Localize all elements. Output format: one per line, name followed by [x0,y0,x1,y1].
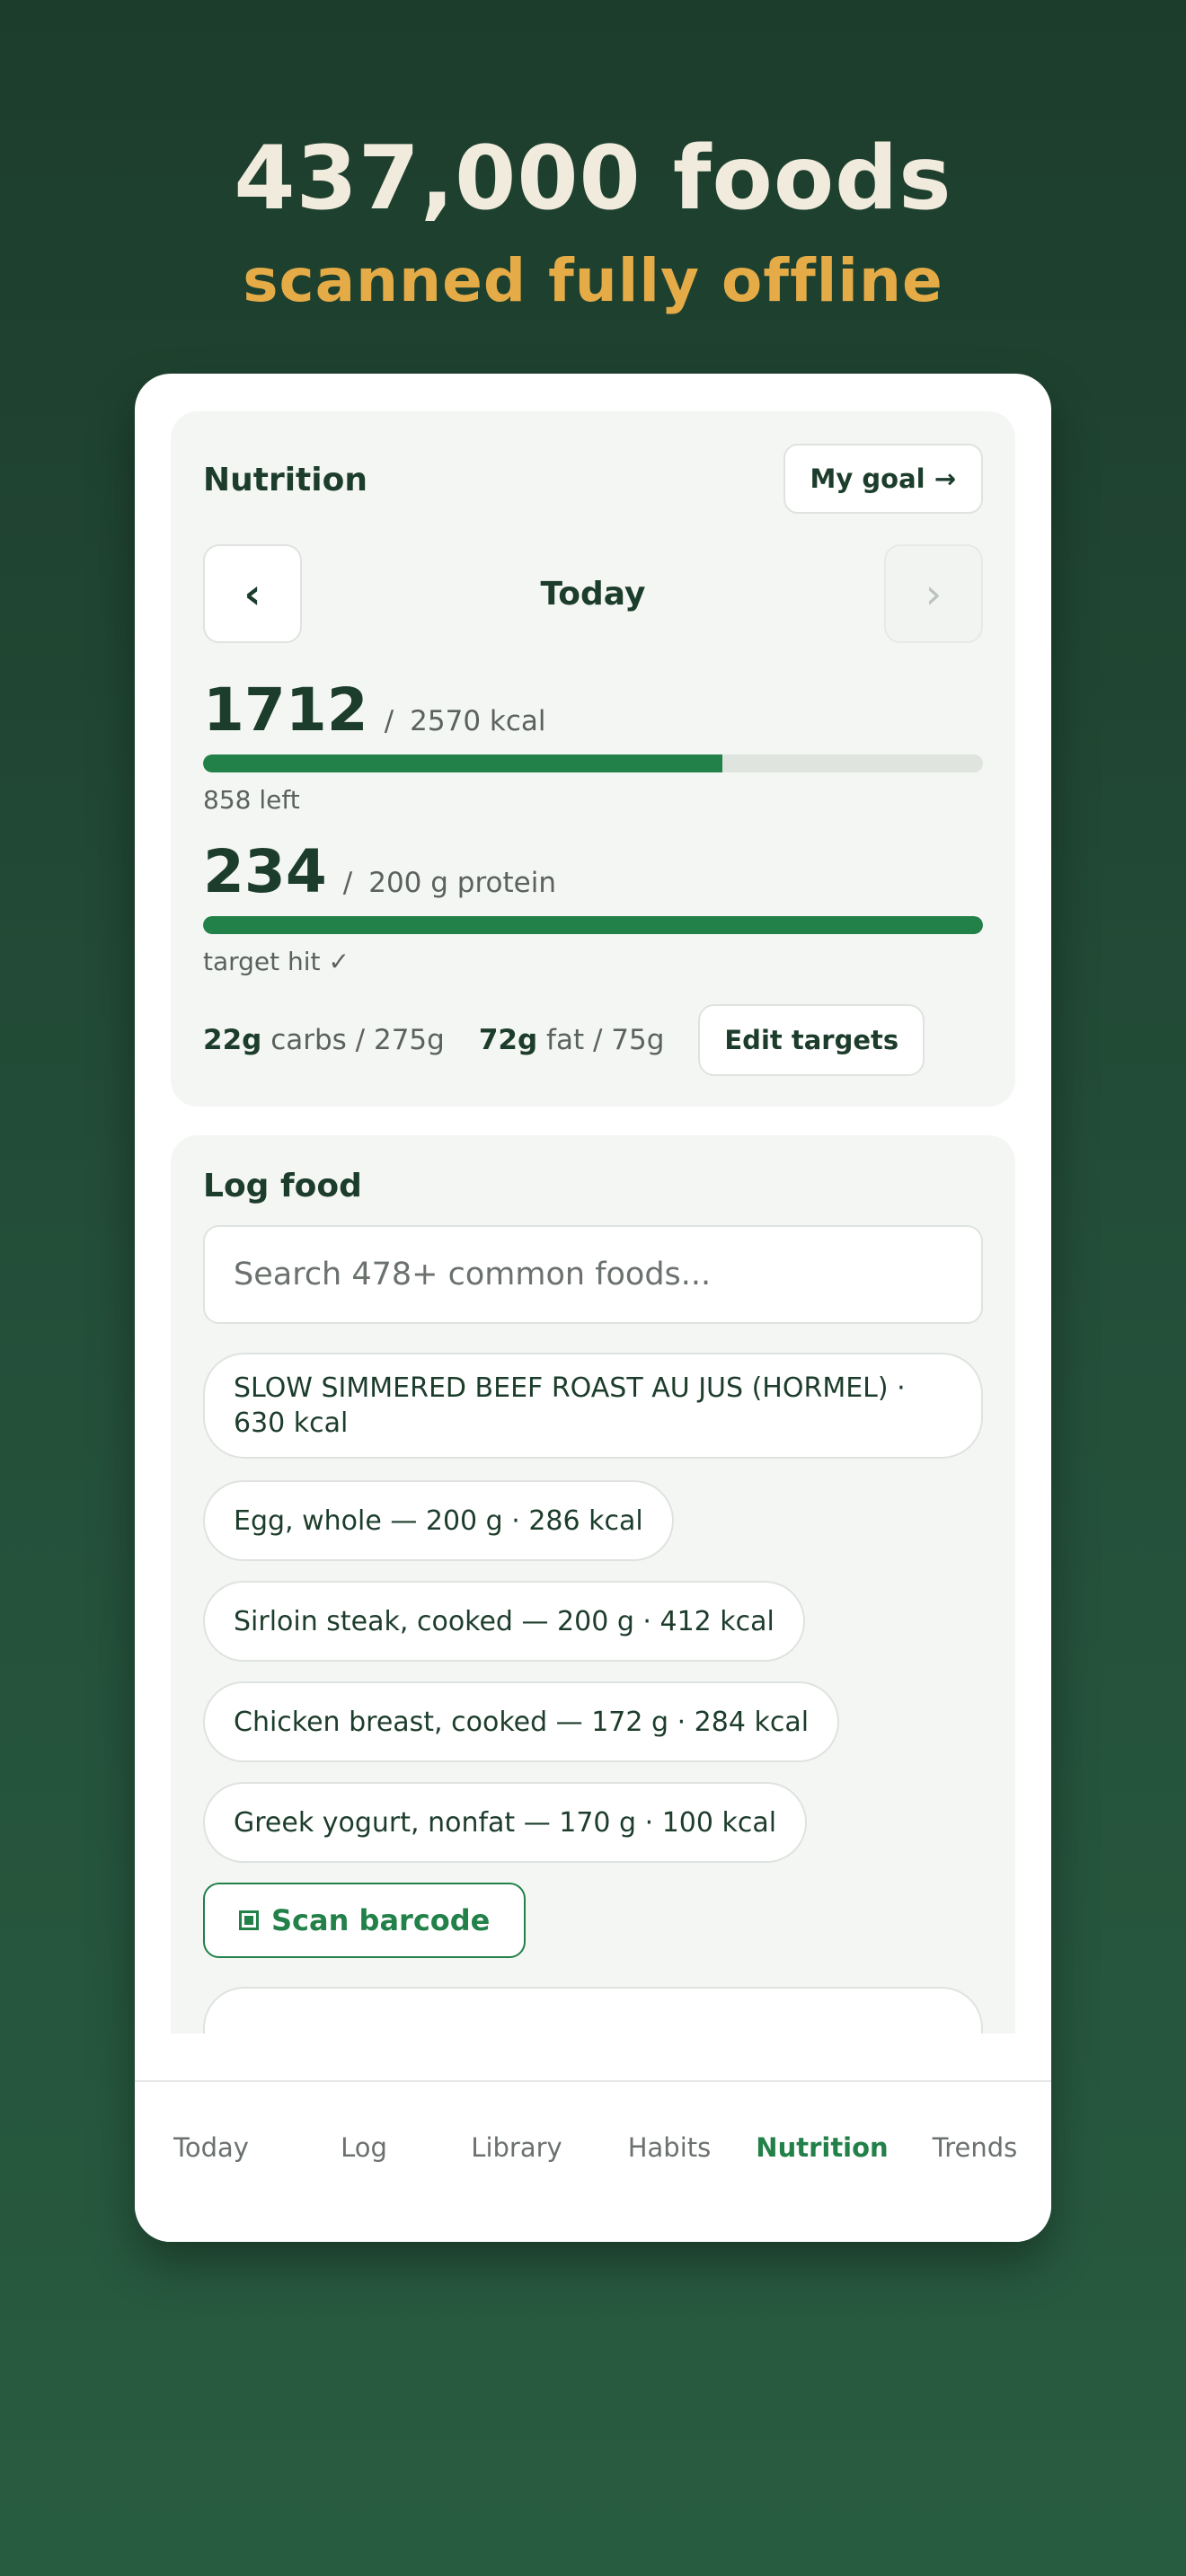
fat-value: 72g [478,1024,538,1056]
carbs-target: carbs / 275g [270,1024,445,1056]
chevron-right-icon: › [925,569,943,618]
log-food-card: Log food SLOW SIMMERED BEEF ROAST AU JUS… [171,1135,1015,2033]
food-suggestion-item[interactable]: SLOW SIMMERED BEEF ROAST AU JUS (HORMEL)… [203,1353,983,1459]
fat-summary: 72g fat / 75g [479,1024,665,1056]
nutrition-card: Nutrition My goal → ‹ Today › 1712 / 257… [171,411,1015,1107]
calories-separator: / [384,705,394,737]
protein-progress-fill [203,916,983,934]
chevron-left-icon: ‹ [243,569,261,618]
protein-target: 200 g protein [368,867,556,899]
food-suggestion-label: Chicken breast, cooked — 172 g · 284 kca… [234,1706,810,1738]
scan-barcode-label: Scan barcode [271,1903,491,1937]
fat-target: fat / 75g [546,1024,665,1056]
barcode-icon [239,1910,259,1930]
log-food-title: Log food [203,1168,362,1204]
edit-targets-button[interactable]: Edit targets [698,1004,925,1076]
protein-progress-bar [203,916,983,934]
food-suggestion-item[interactable] [203,1987,983,2033]
protein-target-note: target hit ✓ [203,947,350,976]
food-suggestion-item[interactable]: Chicken breast, cooked — 172 g · 284 kca… [203,1681,840,1762]
tab-log[interactable]: Log [288,2132,440,2163]
tab-library[interactable]: Library [440,2132,593,2163]
food-suggestion-item[interactable]: Egg, whole — 200 g · 286 kcal [203,1480,674,1561]
calories-progress-fill [203,754,723,772]
food-suggestion-label: Greek yogurt, nonfat — 170 g · 100 kcal [234,1806,777,1839]
nutrition-title: Nutrition [203,462,367,498]
scan-barcode-button[interactable]: Scan barcode [203,1883,527,1958]
calories-left-note: 858 left [203,785,300,815]
day-label: Today [540,575,646,613]
tab-trends[interactable]: Trends [898,2132,1051,2163]
carbs-value: 22g [203,1024,262,1056]
protein-current: 234 [203,837,327,906]
food-suggestion-item[interactable]: Sirloin steak, cooked — 200 g · 412 kcal [203,1581,805,1662]
food-suggestion-label: SLOW SIMMERED BEEF ROAST AU JUS (HORMEL)… [234,1372,906,1439]
calories-target: 2570 kcal [410,705,546,737]
food-suggestion-label: Sirloin steak, cooked — 200 g · 412 kcal [234,1605,774,1637]
carbs-summary: 22g carbs / 275g [203,1024,445,1056]
previous-day-button[interactable]: ‹ [203,544,302,643]
bottom-tab-bar: Today Log Library Habits Nutrition Trend… [135,2080,1051,2242]
calories-progress-bar [203,754,983,772]
protein-summary: 234 / 200 g protein [203,842,556,902]
food-suggestion-item[interactable]: Greek yogurt, nonfat — 170 g · 100 kcal [203,1782,808,1863]
my-goal-button[interactable]: My goal → [783,444,983,514]
food-search-input[interactable] [203,1225,983,1324]
next-day-button[interactable]: › [884,544,983,643]
phone-screen: Nutrition My goal → ‹ Today › 1712 / 257… [135,374,1051,2242]
calories-current: 1712 [203,675,368,745]
hero-headline: 437,000 foods [234,128,952,230]
tab-habits[interactable]: Habits [593,2132,746,2163]
macros-row: 22g carbs / 275g 72g fat / 75g Edit targ… [203,1004,925,1076]
hero-subline: scanned fully offline [243,246,943,315]
calories-summary: 1712 / 2570 kcal [203,681,546,740]
food-suggestion-label: Egg, whole — 200 g · 286 kcal [234,1504,643,1537]
protein-separator: / [342,867,353,899]
tab-nutrition[interactable]: Nutrition [746,2132,898,2163]
tab-today[interactable]: Today [135,2132,288,2163]
